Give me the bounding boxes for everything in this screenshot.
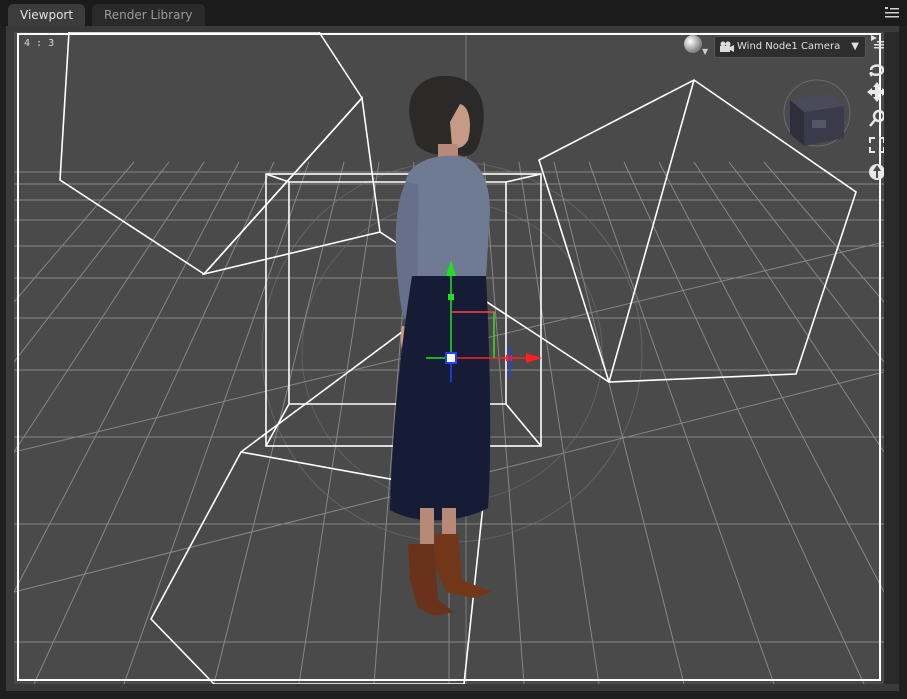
reset-icon [869,164,884,180]
tab-render-library[interactable]: Render Library [92,4,205,26]
camera-name: Wind Node1 Camera [737,41,841,52]
dropdown-caret-icon: ▼ [851,41,859,52]
nav-cube-icon[interactable] [782,78,852,148]
panel-menu-icon[interactable] [885,6,899,20]
viewport-menu-icon [871,35,884,49]
camera-dropdown[interactable]: Wind Node1 Camera ▼ [714,36,866,58]
viewport-canvas[interactable]: 4 : 3 ▼ Wind Node1 Camera ▼ [14,32,884,684]
figure-model [390,75,492,616]
draw-style-caret-icon[interactable]: ▼ [702,47,708,56]
viewport-side-ruler [884,32,899,684]
aspect-ratio-label: 4 : 3 [24,38,55,49]
tab-viewport[interactable]: Viewport [8,4,86,26]
draw-style-icon[interactable] [684,35,702,53]
navigation-icons [867,64,884,180]
pan-icon [867,82,884,102]
camera-icon [720,41,734,52]
tab-bar: Viewport Render Library [0,0,907,26]
zoom-icon [869,109,884,127]
orbit-icon [869,64,884,77]
frame-icon [869,137,884,153]
scene-3d [14,32,884,684]
